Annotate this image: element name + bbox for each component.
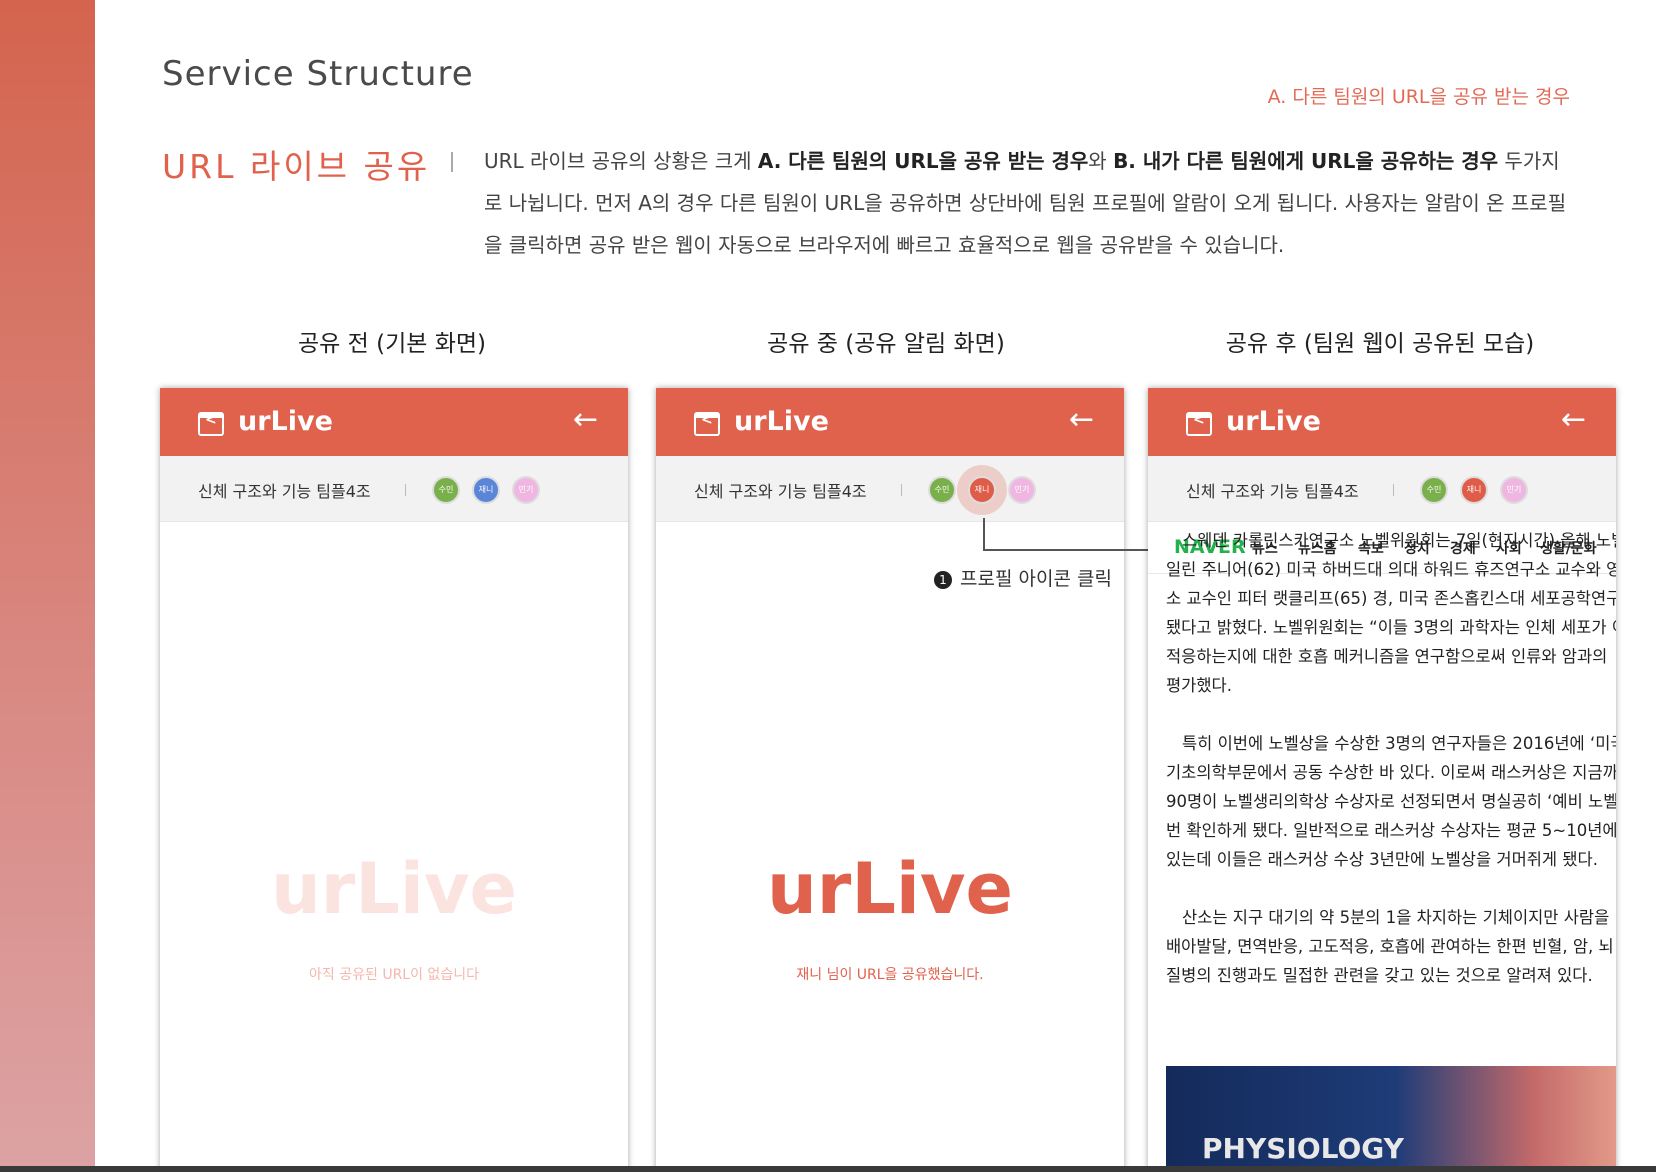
connector-line-vertical [983,518,985,550]
connector-line-horizontal [983,549,1160,551]
bottom-border [0,1166,1656,1172]
app-logo: urLive [238,406,333,437]
scenario-b-text: B. 내가 다른 팀원에게 URL을 공유하는 경우 [1113,149,1499,173]
scenario-a-text: A. 다른 팀원의 URL을 공유 받는 경우 [757,149,1089,173]
article-paragraph-2: 특히 이번에 노벨상을 수상한 3명의 연구자들은 2016년에 ‘미국 기초의… [1166,734,1616,869]
member-avatar-sumin[interactable]: 수민 [928,476,956,504]
back-arrow-icon[interactable]: ← [573,402,598,437]
shared-state-logo: urLive [766,848,1014,930]
empty-state-message: 아직 공유된 URL이 없습니다 [309,967,479,983]
share-logo-icon [694,412,720,436]
empty-state-logo: urLive [270,848,518,930]
member-avatar-sumin[interactable]: 수민 [432,476,460,504]
article-image: PHYSIOLOGY [1166,1066,1616,1172]
member-avatar-jaeni[interactable]: 재니 [472,476,500,504]
screen-after: urLive ← 신체 구조와 기능 팀플4조 수민 재니 민기 NAVER 뉴… [1148,388,1616,1172]
shared-state-message: 재니 님이 URL을 공유했습니다. [796,967,984,983]
team-divider [1393,484,1394,496]
team-bar: 신체 구조와 기능 팀플4조 수민 재니 민기 [1148,456,1616,522]
team-name: 신체 구조와 기능 팀플4조 [198,482,371,501]
member-avatar-sumin[interactable]: 수민 [1420,476,1448,504]
article-paragraph-3: 산소는 지구 대기의 약 5분의 1을 차지하는 기체이지만 사람을 비 배아발… [1166,908,1616,985]
team-bar: 신체 구조와 기능 팀플4조 수민 재니 민기 [656,456,1124,522]
title-divider [451,152,453,172]
app-logo: urLive [734,406,829,437]
scenario-caption: A. 다른 팀원의 URL을 공유 받는 경우 [1267,86,1570,108]
team-divider [405,484,406,496]
app-header: urLive ← [656,388,1124,456]
app-header: urLive ← [1148,388,1616,456]
page-heading: Service Structure [162,54,474,94]
back-arrow-icon[interactable]: ← [1561,402,1586,437]
member-avatar-mingi[interactable]: 민기 [1500,476,1528,504]
member-avatar-mingi[interactable]: 민기 [1008,476,1036,504]
news-article: 스웨덴 카롤린스카연구소 노벨위원회는 7일(현지시간) 올해 노벨 일린 주니… [1166,526,1616,1019]
team-bar: 신체 구조와 기능 팀플4조 수민 재니 민기 [160,456,628,522]
team-name: 신체 구조와 기능 팀플4조 [1186,482,1359,501]
member-avatar-jaeni-alert[interactable]: 재니 [968,476,996,504]
share-logo-icon [1186,412,1212,436]
team-divider [901,484,902,496]
screen-before: urLive ← 신체 구조와 기능 팀플4조 수민 재니 민기 urLive … [160,388,628,1172]
section-title: URL 라이브 공유 [162,147,431,186]
image-caption: PHYSIOLOGY [1202,1132,1404,1165]
member-avatar-jaeni[interactable]: 재니 [1460,476,1488,504]
step-number: 1 [934,571,952,589]
app-logo: urLive [1226,406,1321,437]
share-logo-icon [198,412,224,436]
side-accent-bar [0,0,95,1172]
step-note: 1 프로필 아이콘 클릭 [934,564,1112,591]
screen-during: urLive ← 신체 구조와 기능 팀플4조 수민 재니 민기 urLive … [656,388,1124,1172]
back-arrow-icon[interactable]: ← [1069,402,1094,437]
screen-label-after: 공유 후 (팀원 웹이 공유된 모습) [1225,331,1535,357]
intro-paragraph: URL 라이브 공유의 상황은 크게 A. 다른 팀원의 URL을 공유 받는 … [484,149,1567,257]
app-header: urLive ← [160,388,628,456]
screen-label-during: 공유 중 (공유 알림 화면) [767,331,1005,357]
member-avatar-mingi[interactable]: 민기 [512,476,540,504]
article-paragraph-1: 스웨덴 카롤린스카연구소 노벨위원회는 7일(현지시간) 올해 노벨 일린 주니… [1166,531,1616,695]
team-name: 신체 구조와 기능 팀플4조 [694,482,867,501]
screen-label-before: 공유 전 (기본 화면) [298,331,486,357]
